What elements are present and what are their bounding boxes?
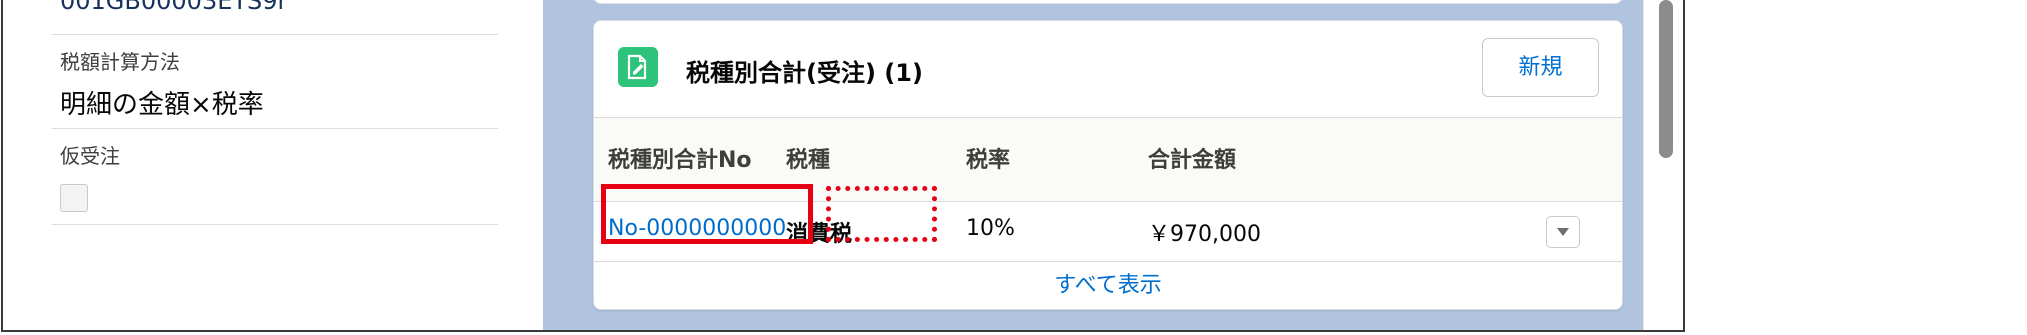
tax-summary-card: 税種別合計(受注) (1) 新規 税種別合計No 税種 税率 合計金額 No-0… <box>593 20 1623 310</box>
tax-method-field: 税額計算方法 明細の金額×税率 <box>52 34 498 129</box>
chevron-down-icon <box>1557 228 1569 236</box>
column-header-no[interactable]: 税種別合計No <box>608 142 752 174</box>
record-id-field: 001GB00003EYS9r <box>52 0 498 35</box>
highlight-box-tax-type <box>826 186 937 242</box>
tax-method-label: 税額計算方法 <box>60 50 180 74</box>
card-title: 税種別合計(受注) (1) <box>686 59 923 87</box>
new-button[interactable]: 新規 <box>1482 38 1599 97</box>
previous-card-edge <box>593 0 1623 4</box>
tax-method-value: 明細の金額×税率 <box>60 90 264 120</box>
provisional-order-field: 仮受注 <box>52 128 498 225</box>
app-frame: 001GB00003EYS9r 税額計算方法 明細の金額×税率 仮受注 税種別合… <box>1 0 1685 332</box>
record-detail-panel: 001GB00003EYS9r 税額計算方法 明細の金額×税率 仮受注 <box>3 0 543 330</box>
row-actions-dropdown[interactable] <box>1546 216 1580 248</box>
column-header-tax-rate[interactable]: 税率 <box>966 142 1010 174</box>
scrollbar[interactable] <box>1643 0 1683 330</box>
record-id-value: 001GB00003EYS9r <box>60 0 288 15</box>
provisional-order-label: 仮受注 <box>60 144 120 168</box>
highlight-box-no <box>601 184 813 244</box>
column-header-tax-type[interactable]: 税種 <box>786 142 830 174</box>
provisional-order-checkbox[interactable] <box>60 184 88 212</box>
record-edit-icon <box>618 47 658 87</box>
total-amount-cell: ￥970,000 <box>1148 222 1261 247</box>
column-header-total[interactable]: 合計金額 <box>1148 142 1236 174</box>
view-all-link[interactable]: すべて表示 <box>594 262 1622 310</box>
tax-rate-cell: 10% <box>966 216 1015 241</box>
scrollbar-thumb[interactable] <box>1659 0 1673 158</box>
